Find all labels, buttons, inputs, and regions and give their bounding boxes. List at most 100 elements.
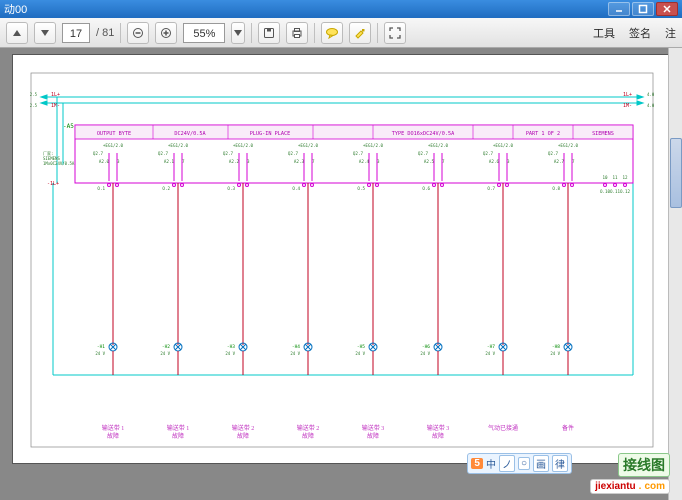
sign-menu[interactable]: 签名: [629, 25, 651, 41]
close-button[interactable]: [656, 2, 678, 16]
fullscreen-button[interactable]: [384, 22, 406, 44]
page-number-input[interactable]: 17: [62, 23, 90, 43]
nav-down-button[interactable]: [34, 22, 56, 44]
svg-text:24 V: 24 V: [290, 351, 300, 356]
nav-up-button[interactable]: [6, 22, 28, 44]
ime-chip[interactable]: ノ: [499, 455, 515, 472]
bus-ref-left-top: 2.5: [30, 92, 38, 97]
svg-text:A2.2: A2.2: [229, 159, 240, 164]
svg-text:O.4: O.4: [292, 186, 300, 191]
footer-label: 输送带 3故障: [362, 424, 385, 440]
page-total-label: / 81: [96, 27, 114, 39]
svg-text:24 V: 24 V: [225, 351, 235, 356]
footer-label: 输送带 2故障: [297, 424, 320, 440]
footer-label: 气动已接通: [488, 424, 518, 432]
ground-label: -1L+: [47, 181, 59, 187]
comment-button[interactable]: [321, 22, 343, 44]
toolbar-separator: [120, 23, 121, 43]
svg-text:O.11: O.11: [610, 189, 621, 194]
scroll-thumb[interactable]: [670, 138, 682, 208]
zoom-dropdown-button[interactable]: [231, 22, 245, 44]
footer-label: 输送带 3故障: [427, 424, 450, 440]
toolbar-separator: [251, 23, 252, 43]
bus-label-left-bottom: 1M-: [51, 103, 60, 109]
svg-text:24 V: 24 V: [95, 351, 105, 356]
ime-mode-label: 中: [486, 456, 496, 471]
tools-menu[interactable]: 工具: [593, 25, 615, 41]
watermark-url: jiexiantu: [595, 481, 636, 492]
module-header-cell: DC24V/0.5A: [174, 131, 206, 137]
svg-text:O.10: O.10: [600, 189, 611, 194]
zoom-out-button[interactable]: [127, 22, 149, 44]
svg-text:O.6: O.6: [422, 186, 430, 191]
pdf-page: 1L+ 1M- 1L+ 1M- 2.5 2.5 4.0 4.0 -1L+: [12, 54, 670, 464]
svg-text:-H8: -H8: [552, 344, 560, 350]
print-button[interactable]: [286, 22, 308, 44]
wiring-diagram: 1L+ 1M- 1L+ 1M- 2.5 2.5 4.0 4.0 -1L+: [13, 55, 670, 464]
svg-text:+EG1/2.0: +EG1/2.0: [298, 143, 319, 148]
bus-ref-left-bottom: 2.5: [30, 103, 38, 108]
svg-text:-H3: -H3: [227, 344, 235, 350]
zoom-level-input[interactable]: 55%: [183, 23, 225, 43]
ime-chip[interactable]: ○: [518, 457, 530, 470]
svg-text:11: 11: [612, 175, 618, 180]
svg-text:O.8: O.8: [552, 186, 560, 191]
svg-text:A2.7: A2.7: [554, 159, 565, 164]
window-titlebar: 动00: [0, 0, 682, 18]
ime-chip[interactable]: 画: [533, 455, 549, 472]
watermark-com: com: [644, 481, 665, 492]
watermark-dot: .: [639, 481, 642, 492]
watermark-brand: 接线图: [618, 453, 670, 477]
annotate-menu[interactable]: 注: [665, 25, 676, 41]
module-id: -A5: [63, 123, 74, 130]
svg-text:12: 12: [622, 175, 628, 180]
svg-text:Q2.7: Q2.7: [223, 151, 234, 156]
window-title: 动00: [4, 1, 27, 17]
svg-text:A2.3: A2.3: [294, 159, 305, 164]
svg-text:+EG1/2.0: +EG1/2.0: [233, 143, 254, 148]
svg-text:24 V: 24 V: [420, 351, 430, 356]
svg-text:O.12: O.12: [620, 189, 631, 194]
svg-text:Q2.7: Q2.7: [353, 151, 364, 156]
module-header-cell: OUTPUT BYTE: [97, 131, 131, 137]
svg-text:10: 10: [602, 175, 608, 180]
svg-text:24 V: 24 V: [550, 351, 560, 356]
svg-text:24 V: 24 V: [160, 351, 170, 356]
svg-text:24 V: 24 V: [355, 351, 365, 356]
svg-text:+EG1/2.0: +EG1/2.0: [428, 143, 449, 148]
svg-text:O.5: O.5: [357, 186, 365, 191]
bus-label-left-top: 1L+: [51, 92, 60, 98]
svg-text:-H2: -H2: [162, 344, 170, 350]
maximize-button[interactable]: [632, 2, 654, 16]
minimize-button[interactable]: [608, 2, 630, 16]
vertical-scrollbar[interactable]: [668, 48, 682, 500]
footer-label: 输送带 2故障: [232, 424, 255, 440]
save-button[interactable]: [258, 22, 280, 44]
svg-text:O.2: O.2: [162, 186, 170, 191]
bus-ref-right-top: 4.0: [647, 92, 655, 97]
svg-text:-H4: -H4: [292, 344, 300, 350]
pdf-toolbar: 17 / 81 55% 工具 签名 注: [0, 18, 682, 48]
svg-text:A2.1: A2.1: [164, 159, 175, 164]
ime-badge: 5: [471, 458, 483, 469]
svg-text:-H1: -H1: [97, 344, 105, 350]
bus-label-right-bottom: 1M-: [623, 103, 632, 109]
module-header-cell: PART 1 OF 2: [526, 131, 560, 137]
bus-ref-right-bottom: 4.0: [647, 103, 655, 108]
document-viewport: 1L+ 1M- 1L+ 1M- 2.5 2.5 4.0 4.0 -1L+: [0, 48, 682, 500]
svg-text:24 V: 24 V: [485, 351, 495, 356]
ime-toolbar[interactable]: 5 中 ノ ○ 画 律: [467, 453, 572, 474]
module-header-cell: SIEMENS: [592, 131, 614, 137]
toolbar-separator: [314, 23, 315, 43]
highlight-button[interactable]: [349, 22, 371, 44]
footer-label: 输送带 1故障: [167, 424, 190, 440]
ime-chip[interactable]: 律: [552, 455, 568, 472]
svg-text:Q2.7: Q2.7: [93, 151, 104, 156]
zoom-in-button[interactable]: [155, 22, 177, 44]
svg-text:-H7: -H7: [487, 344, 495, 350]
watermark-group: 接线图 jiexiantu . com: [590, 453, 670, 494]
svg-text:+EG1/2.0: +EG1/2.0: [363, 143, 384, 148]
svg-text:Q2.7: Q2.7: [288, 151, 299, 156]
svg-text:A2.6: A2.6: [489, 159, 500, 164]
svg-text:Q2.7: Q2.7: [548, 151, 559, 156]
